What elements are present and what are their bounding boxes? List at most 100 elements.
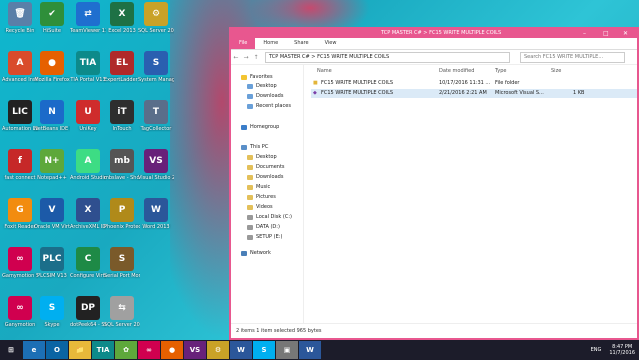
nav-item-this-pc[interactable]: Desktop bbox=[247, 153, 277, 161]
address-bar[interactable]: TCP MASTER C# > FC15 WRITE MULTIPLE COIL… bbox=[265, 51, 510, 63]
taskbar-app-icon[interactable]: ✿ bbox=[115, 341, 137, 359]
desktop-icon[interactable]: VS Visual Studio 2013 bbox=[138, 149, 174, 181]
desktop-icon[interactable]: S Serial Port Monitor bbox=[104, 247, 140, 279]
nav-homegroup[interactable]: Homegroup bbox=[241, 123, 279, 131]
desktop-icon[interactable]: ∞ Ganymotion bbox=[2, 296, 38, 328]
app-icon: LIC bbox=[8, 100, 32, 124]
nav-item-this-pc[interactable]: Music bbox=[247, 183, 270, 191]
desktop-icon[interactable]: TIA TIA Portal V13 bbox=[70, 51, 106, 83]
desktop-icon[interactable]: LIC Automation License M... bbox=[2, 100, 38, 132]
desktop-icon[interactable]: T TagCollector bbox=[138, 100, 174, 132]
title-bar[interactable]: TCP MASTER C# > FC15 WRITE MULTIPLE COIL… bbox=[231, 29, 637, 38]
search-input[interactable]: Search FC15 WRITE MULTIPLE... bbox=[520, 51, 625, 63]
folder-icon bbox=[247, 174, 253, 180]
column-name[interactable]: Name bbox=[317, 68, 332, 74]
navigation-pane: Favorites Desktop Downloads Recent places Ho… bbox=[231, 65, 304, 324]
nav-item-this-pc[interactable]: Local Disk (C:) bbox=[247, 213, 292, 221]
desktop-icon[interactable]: ∞ Gamymotion Shell bbox=[2, 247, 38, 279]
desktop-icon[interactable]: ⇆ SQL Server 2014 Impo... bbox=[104, 296, 140, 328]
taskbar-app-icon[interactable]: W bbox=[230, 341, 252, 359]
nav-item-favorite[interactable]: Desktop bbox=[247, 82, 277, 90]
desktop-icon[interactable]: iT InTouch bbox=[104, 100, 140, 132]
desktop-icon[interactable]: EL ExpertLadder - Shortcut bbox=[104, 51, 140, 83]
desktop-icon-label: Configure Virtual Seri... bbox=[70, 273, 106, 279]
column-size[interactable]: Size bbox=[551, 68, 561, 74]
desktop-icon[interactable]: P Phoenix Protector bbox=[104, 198, 140, 230]
maximize-icon[interactable]: □ bbox=[603, 29, 609, 38]
desktop-icon[interactable]: N NetBeans IDE 8.2 bbox=[34, 100, 70, 132]
tab-view[interactable]: View bbox=[317, 38, 345, 49]
nav-item-favorite[interactable]: Downloads bbox=[247, 92, 283, 100]
desktop-icon-label: UniKey bbox=[79, 126, 97, 132]
desktop-icon-label: Word 2013 bbox=[142, 224, 170, 230]
nav-label: Music bbox=[256, 184, 271, 190]
file-row[interactable]: ■ FC15 WRITE MULTIPLE COILS 10/17/2016 11:… bbox=[311, 79, 637, 88]
desktop-icon[interactable]: ✔ HiSuite bbox=[34, 2, 70, 34]
desktop-icon[interactable]: mb mbslave - Shortcut bbox=[104, 149, 140, 181]
app-icon: G bbox=[8, 198, 32, 222]
column-type[interactable]: Type bbox=[495, 68, 506, 74]
desktop-icon[interactable]: X ArchiveXML IDE bbox=[70, 198, 106, 230]
nav-item-this-pc[interactable]: SETUP (E:) bbox=[247, 233, 282, 241]
taskbar-app-icon[interactable]: TIA bbox=[92, 341, 114, 359]
desktop-icon[interactable]: PLC PLCSIM V13 bbox=[34, 247, 70, 279]
explorer-window[interactable]: TCP MASTER C# > FC15 WRITE MULTIPLE COIL… bbox=[229, 27, 639, 340]
desktop-icon[interactable]: G Foxit Reader bbox=[2, 198, 38, 230]
nav-item-this-pc[interactable]: Videos bbox=[247, 203, 273, 211]
desktop-icon[interactable]: C Configure Virtual Seri... bbox=[70, 247, 106, 279]
taskbar-app-icon[interactable]: e bbox=[23, 341, 45, 359]
desktop-icon-label: Skype bbox=[44, 322, 60, 328]
nav-this-pc[interactable]: This PC bbox=[241, 143, 268, 151]
desktop-icon[interactable]: S Skype bbox=[34, 296, 70, 328]
desktop-icon[interactable]: DP dotPeek64 - Shortcut bbox=[70, 296, 106, 328]
clock-date[interactable]: 11/7/2016 bbox=[609, 350, 635, 356]
desktop-icon[interactable]: V Oracle VM VirtualBox bbox=[34, 198, 70, 230]
taskbar-app-icon[interactable]: S bbox=[253, 341, 275, 359]
taskbar-app-icon[interactable]: VS bbox=[184, 341, 206, 359]
file-row[interactable]: ◆ FC15 WRITE MULTIPLE COILS 2/21/2016 2:21… bbox=[311, 89, 637, 98]
taskbar-app-icon[interactable]: ∞ bbox=[138, 341, 160, 359]
desktop-icon[interactable]: U UniKey bbox=[70, 100, 106, 132]
nav-label: This PC bbox=[250, 144, 269, 150]
nav-label: Homegroup bbox=[250, 124, 280, 130]
nav-favorites[interactable]: Favorites bbox=[241, 73, 273, 81]
desktop-icon[interactable]: ⚙ SQL Server 2014 Manag... bbox=[138, 2, 174, 34]
minimize-icon[interactable]: – bbox=[583, 29, 586, 38]
column-date[interactable]: Date modified bbox=[439, 68, 474, 74]
taskbar-app-icon[interactable]: ● bbox=[161, 341, 183, 359]
desktop-icon[interactable]: A Android Studio bbox=[70, 149, 106, 181]
start-button[interactable]: ⊞ bbox=[0, 341, 22, 359]
up-icon[interactable]: ↑ bbox=[251, 54, 261, 61]
nav-item-this-pc[interactable]: Pictures bbox=[247, 193, 276, 201]
nav-item-this-pc[interactable]: Documents bbox=[247, 163, 285, 171]
close-icon[interactable]: ✕ bbox=[623, 29, 628, 38]
desktop-icon[interactable]: S System Manageme... bbox=[138, 51, 174, 83]
language-indicator[interactable]: ENG bbox=[591, 347, 602, 353]
desktop-icon[interactable]: f fast connect bbox=[2, 149, 38, 181]
desktop-icon[interactable]: W Word 2013 bbox=[138, 198, 174, 230]
desktop-icon[interactable]: A Advanced Installer 12.4 bbox=[2, 51, 38, 83]
taskbar-app-icon[interactable]: 📁 bbox=[69, 341, 91, 359]
tab-home[interactable]: Home bbox=[255, 38, 286, 49]
nav-network[interactable]: Network bbox=[241, 249, 271, 257]
back-icon[interactable]: ← bbox=[231, 54, 241, 61]
desktop-icon[interactable]: ● Mozilla Firefox bbox=[34, 51, 70, 83]
nav-item-this-pc[interactable]: DATA (D:) bbox=[247, 223, 280, 231]
desktop-icon[interactable]: N+ Notepad++ bbox=[34, 149, 70, 181]
desktop-icon[interactable] bbox=[138, 247, 174, 273]
tab-file[interactable]: File bbox=[231, 38, 256, 49]
desktop-icon[interactable]: X Excel 2013 bbox=[104, 2, 140, 34]
file-list: Name Date modified Type Size ■ FC15 WRITE… bbox=[311, 65, 637, 324]
forward-icon[interactable]: → bbox=[241, 54, 251, 61]
taskbar-app-icon[interactable]: ▣ bbox=[276, 341, 298, 359]
nav-item-this-pc[interactable]: Downloads bbox=[247, 173, 283, 181]
folder-icon bbox=[247, 154, 253, 160]
tab-share[interactable]: Share bbox=[286, 38, 316, 49]
desktop-icon[interactable]: ⇄ TeamViewer 11 bbox=[70, 2, 106, 34]
nav-item-favorite[interactable]: Recent places bbox=[247, 102, 291, 110]
taskbar-app-icon[interactable]: ⚙ bbox=[207, 341, 229, 359]
taskbar-app-icon[interactable]: W bbox=[299, 341, 321, 359]
desktop-icon-label: Oracle VM VirtualBox bbox=[34, 224, 70, 230]
desktop-icon[interactable]: 🗑 Recycle Bin bbox=[2, 2, 38, 34]
taskbar-app-icon[interactable]: O bbox=[46, 341, 68, 359]
